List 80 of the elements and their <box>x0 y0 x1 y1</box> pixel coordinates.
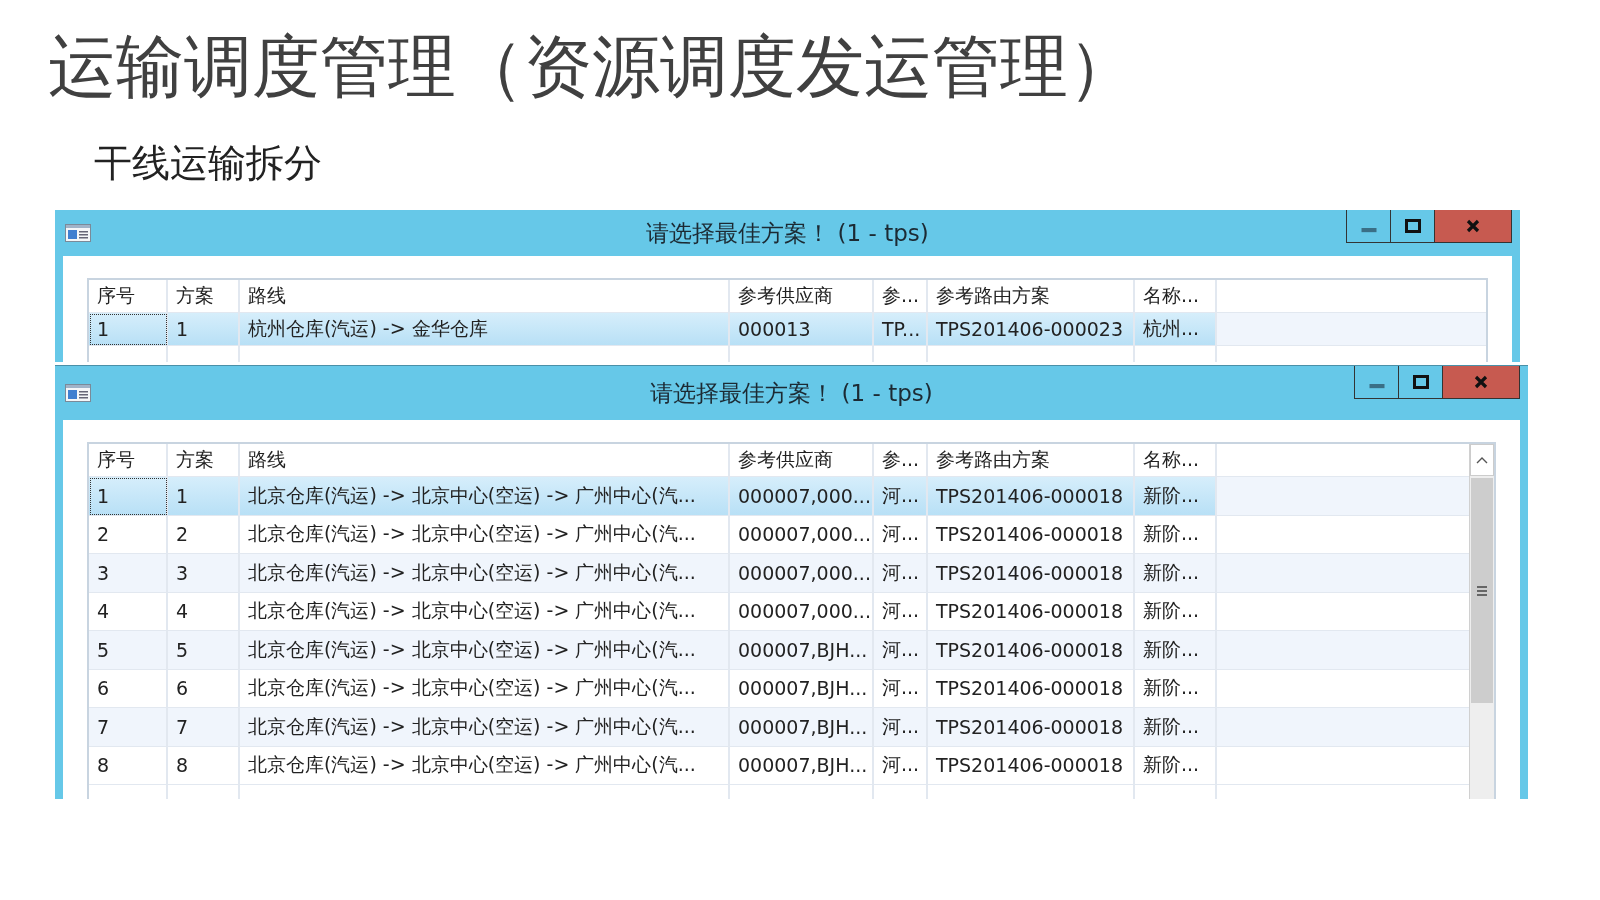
table-row[interactable]: 1 1 杭州仓库(汽运) -> 金华仓库 000013 TP... TPS201406-000023 杭州... <box>89 313 1486 346</box>
table-cell: 1 <box>89 313 168 346</box>
column-header[interactable]: 参考供应商 <box>730 280 874 313</box>
chevron-up-icon <box>1476 456 1488 464</box>
table-cell: 7 <box>89 708 168 747</box>
table-cell: 新阶... <box>1135 477 1217 516</box>
table-cell: TPS201406-000018 <box>928 554 1135 593</box>
slide-title: 运输调度管理（资源调度发运管理） <box>48 26 1137 108</box>
table-cell: 北京仓库(汽运) -> 北京中心(空运) -> 广州中心(汽... <box>240 477 730 516</box>
table-cell: 3 <box>168 554 240 593</box>
table-cell: 河... <box>874 708 928 747</box>
table-cell: TPS201406-000018 <box>928 477 1135 516</box>
table-row[interactable]: 1 1 北京仓库(汽运) -> 北京中心(空运) -> 广州中心(汽... 000007,000... 河... TPS201406-000018 新阶... <box>89 477 1469 516</box>
table-cell: 000007,000... <box>730 477 874 516</box>
column-header[interactable]: 名称... <box>1135 444 1217 477</box>
table-cell: TPS201406-000018 <box>928 708 1135 747</box>
table-cell: 000007,BJH... <box>730 746 874 785</box>
table-cell: 000007,BJH... <box>730 708 874 747</box>
window-title: 请选择最佳方案！ (1 - tps) <box>650 378 933 408</box>
table-cell: 河... <box>874 746 928 785</box>
table-cell: 河... <box>874 477 928 516</box>
table-row[interactable]: 7 7 北京仓库(汽运) -> 北京中心(空运) -> 广州中心(汽... 000007,BJH... 河... TPS201406-000018 新阶... <box>89 708 1469 747</box>
table-cell: 5 <box>89 631 168 670</box>
window-icon <box>65 384 91 402</box>
table-cell: 7 <box>168 708 240 747</box>
close-button[interactable] <box>1443 366 1519 398</box>
table-cell: TPS201406-000018 <box>928 631 1135 670</box>
column-header[interactable]: 参考路由方案 <box>928 444 1135 477</box>
table-cell: 北京仓库(汽运) -> 北京中心(空运) -> 广州中心(汽... <box>240 631 730 670</box>
table-cell: 北京仓库(汽运) -> 北京中心(空运) -> 广州中心(汽... <box>240 708 730 747</box>
column-header[interactable]: 路线 <box>240 280 730 313</box>
table-cell: 1 <box>168 477 240 516</box>
table-cell: 新阶... <box>1135 631 1217 670</box>
table-cell: 1 <box>168 313 240 346</box>
minimize-icon <box>1359 227 1378 233</box>
table-cell: 河... <box>874 554 928 593</box>
table-cell: 000007,000... <box>730 554 874 593</box>
scrollbar-thumb[interactable] <box>1471 478 1493 703</box>
table-cell: 北京仓库(汽运) -> 北京中心(空运) -> 广州中心(汽... <box>240 554 730 593</box>
table-cell: 新阶... <box>1135 746 1217 785</box>
close-button[interactable] <box>1435 210 1511 242</box>
table-row[interactable]: 8 8 北京仓库(汽运) -> 北京中心(空运) -> 广州中心(汽... 000007,BJH... 河... TPS201406-000018 新阶... <box>89 746 1469 785</box>
table-cell: 1 <box>89 477 168 516</box>
table-cell: 北京仓库(汽运) -> 北京中心(空运) -> 广州中心(汽... <box>240 746 730 785</box>
close-icon <box>1465 219 1481 233</box>
table-cell: 新阶... <box>1135 708 1217 747</box>
maximize-icon <box>1412 375 1429 389</box>
maximize-icon <box>1404 219 1421 233</box>
table-cell: TP... <box>874 313 928 346</box>
table-cell: 新阶... <box>1135 554 1217 593</box>
column-header[interactable]: 方案 <box>168 444 240 477</box>
column-header[interactable]: 序号 <box>89 280 168 313</box>
table-cell: 3 <box>89 554 168 593</box>
column-header[interactable]: 方案 <box>168 280 240 313</box>
table-cell: 000007,BJH... <box>730 631 874 670</box>
table-cell: 5 <box>168 631 240 670</box>
table-cell: 8 <box>89 746 168 785</box>
column-header[interactable]: 参... <box>874 444 928 477</box>
table-cell: 河... <box>874 631 928 670</box>
table-cell: TPS201406-000023 <box>928 313 1135 346</box>
table-row[interactable]: 5 5 北京仓库(汽运) -> 北京中心(空运) -> 广州中心(汽... 000007,BJH... 河... TPS201406-000018 新阶... <box>89 631 1469 670</box>
column-header[interactable]: 序号 <box>89 444 168 477</box>
slide-subtitle: 干线运输拆分 <box>94 140 323 187</box>
table-cell: 杭州仓库(汽运) -> 金华仓库 <box>240 313 730 346</box>
table-row[interactable]: 3 3 北京仓库(汽运) -> 北京中心(空运) -> 广州中心(汽... 000007,000... 河... TPS201406-000018 新阶... <box>89 554 1469 593</box>
close-icon <box>1473 375 1489 389</box>
window-icon <box>65 224 91 242</box>
table-cell: TPS201406-000018 <box>928 746 1135 785</box>
column-header[interactable]: 参考路由方案 <box>928 280 1135 313</box>
column-header[interactable]: 参考供应商 <box>730 444 874 477</box>
column-header[interactable]: 参... <box>874 280 928 313</box>
column-header[interactable]: 路线 <box>240 444 730 477</box>
column-header[interactable]: 名称... <box>1135 280 1217 313</box>
table-cell: 杭州... <box>1135 313 1217 346</box>
table-cell: 8 <box>168 746 240 785</box>
grip-icon <box>1477 585 1487 596</box>
window-title: 请选择最佳方案！ (1 - tps) <box>646 218 929 248</box>
table-cell: 000013 <box>730 313 874 346</box>
scrollbar[interactable] <box>1469 444 1494 799</box>
minimize-icon <box>1367 383 1386 389</box>
